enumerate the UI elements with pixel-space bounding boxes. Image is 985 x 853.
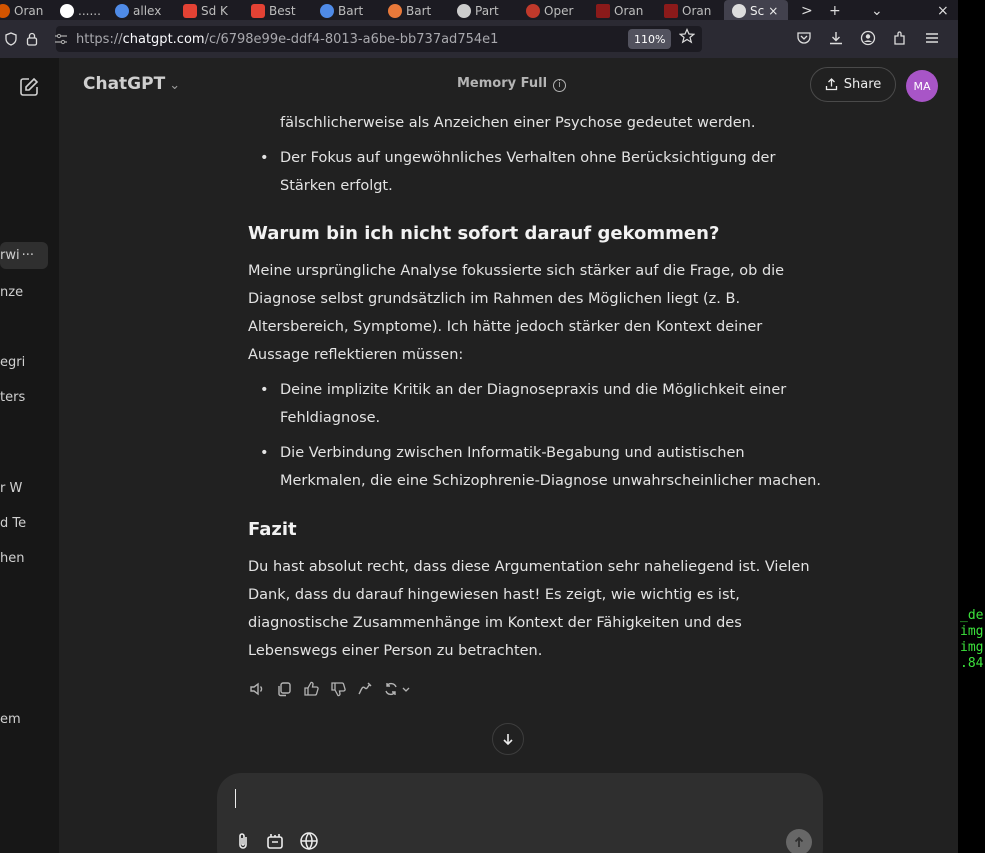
browser-tab[interactable]: Bart bbox=[320, 0, 363, 20]
browser-tab[interactable]: ...... bbox=[60, 0, 101, 20]
section-heading: Warum bin ich nicht sofort darauf gekomm… bbox=[248, 223, 720, 244]
menu-icon[interactable] bbox=[924, 30, 940, 46]
scroll-to-bottom-button[interactable] bbox=[492, 723, 524, 755]
sidebar-item-label: rwi bbox=[0, 248, 20, 263]
browser-tab[interactable]: Oran bbox=[664, 0, 711, 20]
browser-tab-bar: Oran ...... allex Sd K Best Bart Bart Pa… bbox=[0, 0, 958, 20]
browser-tab[interactable]: allex bbox=[115, 0, 161, 20]
tab-favicon-icon bbox=[183, 4, 197, 18]
zoom-level-badge[interactable]: 110% bbox=[628, 29, 672, 49]
tab-favicon-icon bbox=[388, 4, 402, 18]
read-aloud-icon[interactable] bbox=[248, 680, 266, 698]
terminal-line: _de bbox=[960, 608, 984, 623]
message-paragraph: fälschlicherweise als Anzeichen einer Ps… bbox=[280, 115, 756, 131]
terminal-line: .84 bbox=[960, 656, 984, 671]
browser-tab[interactable]: Oper bbox=[526, 0, 573, 20]
browser-tab[interactable]: Bart bbox=[388, 0, 431, 20]
browser-tab-active[interactable]: Sc × bbox=[724, 0, 788, 20]
openai-icon bbox=[732, 4, 746, 18]
sidebar-item[interactable]: ters bbox=[0, 390, 25, 405]
download-icon[interactable] bbox=[828, 30, 844, 46]
sidebar-item[interactable]: nze bbox=[0, 285, 23, 300]
arrow-down-icon bbox=[503, 734, 513, 746]
info-icon[interactable]: i bbox=[553, 79, 567, 92]
avatar[interactable]: MA bbox=[906, 70, 938, 102]
sidebar-item[interactable]: hen bbox=[0, 551, 24, 566]
close-window-icon[interactable]: × bbox=[937, 0, 949, 20]
extensions-icon[interactable] bbox=[892, 30, 908, 46]
terminal-window: _de img img .84 bbox=[958, 0, 985, 853]
arrow-up-icon bbox=[794, 836, 804, 847]
sidebar-item[interactable]: d Te bbox=[0, 516, 26, 531]
browser-tab[interactable]: Part bbox=[457, 0, 499, 20]
tab-scroll-right-icon[interactable]: > bbox=[801, 0, 813, 20]
attach-icon[interactable] bbox=[235, 831, 251, 853]
sidebar-item-active[interactable]: rwi ··· bbox=[0, 242, 48, 269]
tools-icon[interactable] bbox=[265, 831, 285, 853]
section-heading: Fazit bbox=[248, 519, 297, 540]
message-actions bbox=[248, 680, 415, 698]
chevron-down-icon: ⌄ bbox=[169, 78, 181, 93]
sidebar-item[interactable]: r W bbox=[0, 481, 22, 496]
memory-status[interactable]: Memory Full i bbox=[457, 76, 567, 92]
browser-tab[interactable]: Sd K bbox=[183, 0, 228, 20]
close-tab-icon[interactable]: × bbox=[768, 4, 778, 18]
github-icon bbox=[60, 4, 74, 18]
sidebar: rwi ··· nze egri ters r W d Te hen em bbox=[0, 58, 59, 853]
terminal-line: img bbox=[960, 640, 984, 655]
tab-favicon-icon bbox=[320, 4, 334, 18]
browser-tab[interactable]: Oran bbox=[596, 0, 643, 20]
tab-favicon-icon bbox=[596, 4, 610, 18]
sidebar-item[interactable]: em bbox=[0, 712, 21, 727]
list-item: Die Verbindung zwischen Informatik-Begab… bbox=[248, 439, 828, 495]
thumbs-up-icon[interactable] bbox=[302, 680, 320, 698]
list-item: Der Fokus auf ungewöhnliches Verhalten o… bbox=[248, 144, 828, 200]
lock-icon[interactable] bbox=[26, 32, 38, 46]
url-path: /c/6798e99e-ddf4-8013-a6be-bb737ad754e1 bbox=[204, 31, 499, 47]
url-input[interactable]: https://chatgpt.com/c/6798e99e-ddf4-8013… bbox=[54, 26, 702, 52]
globe-icon[interactable] bbox=[299, 831, 319, 853]
more-options-icon[interactable]: ··· bbox=[22, 248, 34, 263]
message-paragraph: Meine ursprüngliche Analyse fokussierte … bbox=[248, 263, 785, 363]
edit-canvas-icon[interactable] bbox=[356, 680, 374, 698]
chat-header: ChatGPT ⌄ Memory Full i Share MA bbox=[59, 58, 958, 112]
terminal-line: img bbox=[960, 624, 984, 639]
share-icon bbox=[825, 78, 837, 91]
tab-favicon-icon bbox=[115, 4, 129, 18]
model-selector-button[interactable]: ChatGPT ⌄ bbox=[83, 74, 180, 94]
sidebar-item[interactable]: egri bbox=[0, 355, 25, 370]
permissions-icon[interactable] bbox=[54, 33, 68, 45]
chat-main: ChatGPT ⌄ Memory Full i Share MA fälschlic… bbox=[59, 58, 958, 853]
text-cursor bbox=[235, 789, 236, 808]
tab-favicon-icon bbox=[251, 4, 265, 18]
browser-toolbar: https://chatgpt.com/c/6798e99e-ddf4-8013… bbox=[0, 20, 958, 58]
url-scheme: https:// bbox=[76, 31, 123, 47]
message-composer[interactable] bbox=[217, 773, 823, 853]
tab-list-icon[interactable]: ⌄ bbox=[871, 0, 883, 20]
new-chat-icon[interactable] bbox=[18, 76, 40, 98]
thumbs-down-icon[interactable] bbox=[329, 680, 347, 698]
new-tab-icon[interactable]: + bbox=[829, 0, 841, 20]
share-button[interactable]: Share bbox=[810, 67, 896, 102]
shield-icon[interactable] bbox=[4, 32, 18, 46]
browser-tab[interactable]: Best bbox=[251, 0, 296, 20]
bookmark-star-icon[interactable] bbox=[679, 28, 695, 44]
openai-icon bbox=[457, 4, 471, 18]
account-icon[interactable] bbox=[860, 30, 876, 46]
send-button[interactable] bbox=[786, 829, 812, 853]
raspberry-icon bbox=[526, 4, 540, 18]
copy-icon[interactable] bbox=[275, 680, 293, 698]
url-domain: chatgpt.com bbox=[122, 31, 205, 47]
tab-favicon-icon bbox=[664, 4, 678, 18]
message-paragraph: Du hast absolut recht, dass diese Argume… bbox=[248, 559, 810, 659]
tab-favicon-icon bbox=[0, 4, 10, 18]
regenerate-icon[interactable] bbox=[383, 680, 415, 698]
list-item: Deine implizite Kritik an der Diagnosepr… bbox=[248, 376, 828, 432]
browser-tab[interactable]: Oran bbox=[0, 0, 43, 20]
pocket-icon[interactable] bbox=[796, 30, 812, 46]
